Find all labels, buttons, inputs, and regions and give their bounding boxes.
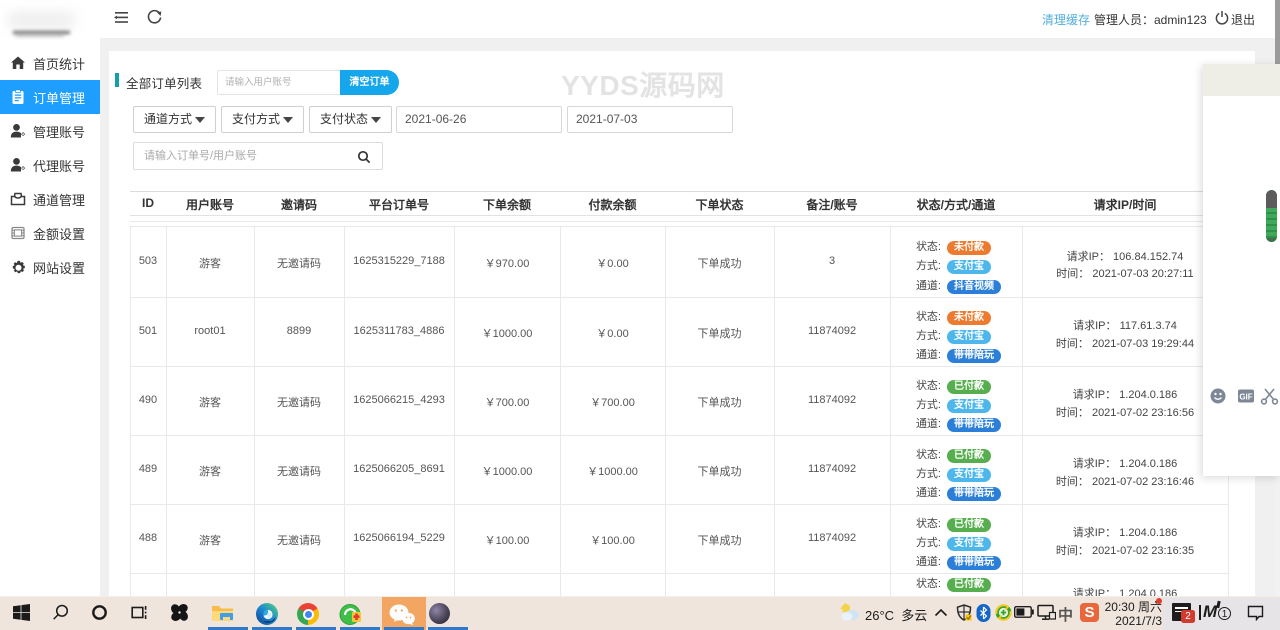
svg-text:GIF: GIF — [1239, 393, 1252, 402]
